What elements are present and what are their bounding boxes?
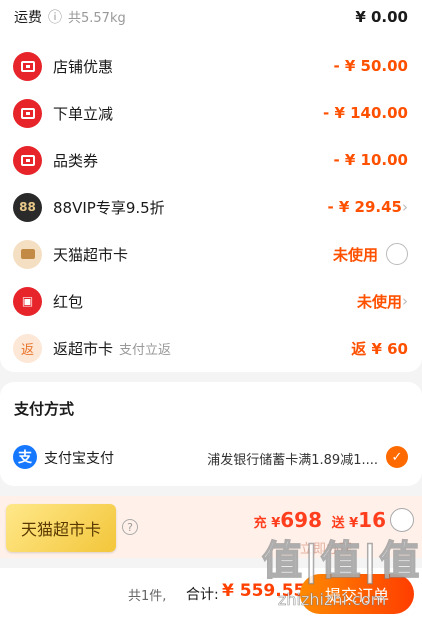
category-coupon-icon [13, 145, 42, 175]
discount-label: 返超市卡 支付立返 [53, 339, 172, 358]
order-summary-card: 运费 ⓘ 共5.57kg ¥ 0.00 店铺优惠 - ¥ 50.00 下单立减 - … [0, 0, 422, 372]
discount-row-shop[interactable]: 店铺优惠 - ¥ 50.00 [0, 43, 422, 89]
discount-row-88vip[interactable]: 88 88VIP专享9.5折 - ¥ 29.45 › [0, 184, 422, 230]
discount-amount: - ¥ 140.00 [323, 104, 408, 122]
tmall-card-row[interactable]: 天猫超市卡 未使用 [0, 231, 422, 277]
shipping-label: 运费 ⓘ 共5.57kg [14, 10, 126, 26]
tmall-card-badge: 天猫超市卡 [6, 504, 116, 552]
shipping-amount: ¥ 0.00 [355, 8, 408, 26]
payment-method-name: 支付宝支付 [44, 451, 114, 467]
payment-promo: 浦发银行储蓄卡满1.89减1.... [207, 453, 378, 468]
discount-label: 店铺优惠 [53, 57, 114, 76]
shipping-row: 运费 ⓘ 共5.57kg ¥ 0.00 [0, 0, 422, 40]
rebate-row: 返 返超市卡 支付立返 返 ¥ 60 [0, 325, 422, 371]
instant-discount-icon [13, 98, 42, 128]
item-count: 共1件, [128, 589, 167, 604]
help-icon[interactable]: ⓘ [48, 10, 62, 26]
help-icon[interactable]: ? [122, 519, 138, 535]
watermark-url: zhizhizhi.com [278, 590, 387, 610]
discount-amount: 未使用 [332, 245, 378, 264]
discount-label: 红包 [53, 292, 84, 311]
discount-row-category[interactable]: 品类券 - ¥ 10.00 [0, 137, 422, 183]
watermark: 值|值|值 [261, 537, 422, 585]
discount-amount: - ¥ 29.45 [327, 198, 402, 216]
88vip-icon: 88 [13, 192, 42, 222]
alipay-icon: 支 [13, 445, 37, 469]
chevron-right-icon[interactable]: › [402, 198, 408, 216]
shipping-weight: 共5.57kg [68, 11, 126, 26]
chevron-right-icon[interactable]: › [402, 292, 408, 310]
red-packet-row[interactable]: ▣ 红包 未使用 › [0, 278, 422, 324]
discount-amount: 未使用 [356, 292, 402, 311]
rebate-icon: 返 [13, 333, 42, 363]
discount-row-instant[interactable]: 下单立减 - ¥ 140.00 [0, 90, 422, 136]
tmall-card-radio[interactable] [386, 243, 408, 265]
discount-amount: - ¥ 50.00 [333, 57, 408, 75]
payment-title: 支付方式 [14, 400, 75, 418]
total-label: 合计: [186, 587, 219, 603]
discount-amount: - ¥ 10.00 [333, 151, 408, 169]
checkmark-icon[interactable]: ✓ [386, 446, 408, 468]
discount-label: 下单立减 [53, 104, 114, 123]
rebate-sub: 支付立返 [119, 342, 172, 358]
discount-label: 88VIP专享9.5折 [53, 198, 165, 217]
payment-card: 支付方式 支 支付宝支付 浦发银行储蓄卡满1.89减1.... ✓ [0, 382, 422, 486]
shop-coupon-icon [13, 51, 42, 81]
red-packet-icon: ▣ [13, 286, 42, 316]
discount-label: 天猫超市卡 [53, 245, 129, 264]
tmall-card-icon [13, 239, 42, 269]
discount-label: 品类券 [53, 151, 99, 170]
discount-amount: 返 ¥ 60 [351, 339, 408, 358]
payment-method-row[interactable]: 支 支付宝支付 浦发银行储蓄卡满1.89减1.... ✓ [0, 440, 422, 476]
